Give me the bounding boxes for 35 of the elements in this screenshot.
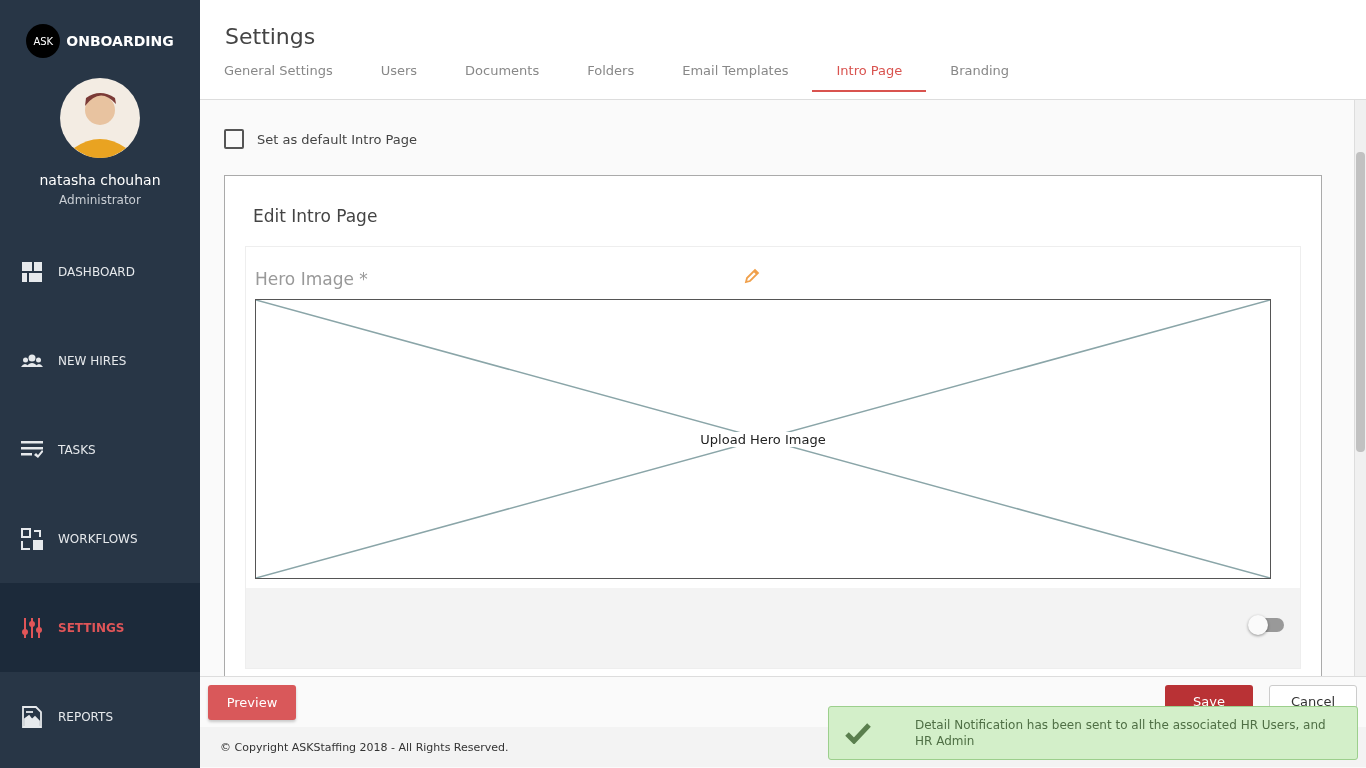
tab[interactable]: Users: [380, 59, 418, 92]
nav-item[interactable]: DASHBOARD: [0, 227, 200, 316]
page-title: Settings: [225, 24, 317, 49]
tab[interactable]: Intro Page: [812, 59, 927, 92]
workflow-icon: [21, 527, 43, 550]
check-icon: [845, 722, 871, 744]
toggle-switch[interactable]: [1250, 618, 1284, 632]
logo-badge: ASK: [26, 24, 61, 58]
nav-item[interactable]: NEW HIRES: [0, 316, 200, 405]
tab[interactable]: Email Templates: [682, 59, 789, 92]
nav-item[interactable]: SETTINGS: [0, 583, 200, 672]
copyright-text: © Copyright ASKStaffing 2018 - All Rights Reserved.: [220, 740, 509, 754]
nav-item[interactable]: WORKFLOWS: [0, 494, 200, 583]
sliders-icon: [21, 616, 43, 639]
user-name: natasha chouhan: [39, 172, 161, 188]
checklist-icon: [21, 438, 43, 461]
scrollbar-thumb[interactable]: [1356, 152, 1365, 452]
preview-button[interactable]: Preview: [208, 685, 296, 720]
avatar-icon: [60, 78, 140, 158]
tab[interactable]: Folders: [587, 59, 635, 92]
report-icon: [21, 705, 43, 728]
checkbox[interactable]: [224, 129, 244, 149]
tab[interactable]: Documents: [465, 59, 540, 92]
tab[interactable]: General Settings: [224, 59, 333, 92]
nav-item[interactable]: REPORTS: [0, 672, 200, 761]
app-name: ONBOARDING: [66, 33, 174, 49]
image-placeholder[interactable]: Upload Hero Image: [255, 299, 1271, 579]
checkbox-label: Set as default Intro Page: [257, 131, 417, 147]
pencil-icon[interactable]: [743, 267, 761, 285]
tab[interactable]: Branding: [950, 59, 1010, 92]
nav-item[interactable]: TASKS: [0, 405, 200, 494]
user-role: Administrator: [59, 193, 141, 207]
field-label: Hero Image *: [255, 269, 368, 289]
grid-icon: [21, 260, 43, 283]
card-title: Edit Intro Page: [253, 206, 379, 226]
